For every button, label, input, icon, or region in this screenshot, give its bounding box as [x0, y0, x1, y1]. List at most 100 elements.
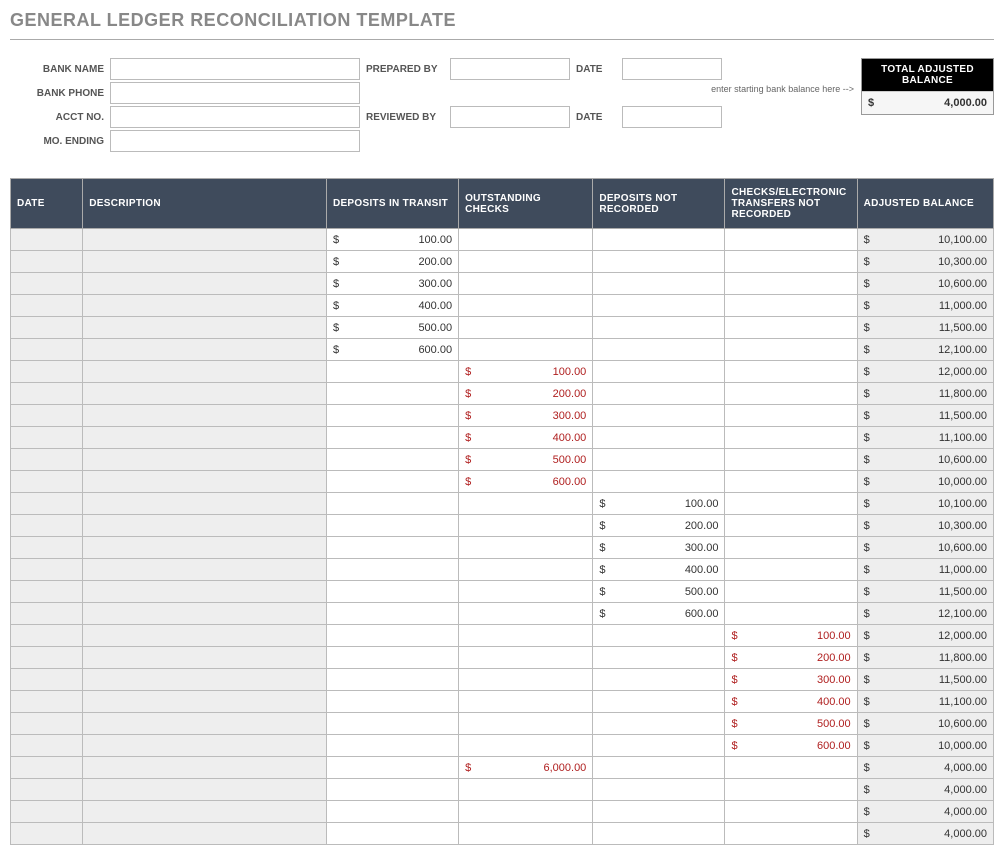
cell-deposits-not-recorded[interactable] — [593, 779, 725, 801]
cell-deposits-not-recorded[interactable] — [593, 295, 725, 317]
cell-outstanding-checks[interactable] — [459, 647, 593, 669]
cell-deposits-in-transit[interactable] — [326, 669, 458, 691]
cell-description[interactable] — [83, 295, 327, 317]
cell-deposits-not-recorded[interactable] — [593, 273, 725, 295]
cell-outstanding-checks[interactable] — [459, 295, 593, 317]
cell-description[interactable] — [83, 779, 327, 801]
cell-outstanding-checks[interactable]: $300.00 — [459, 405, 593, 427]
cell-date[interactable] — [11, 229, 83, 251]
cell-deposits-not-recorded[interactable] — [593, 383, 725, 405]
cell-description[interactable] — [83, 383, 327, 405]
cell-outstanding-checks[interactable] — [459, 691, 593, 713]
cell-deposits-not-recorded[interactable]: $200.00 — [593, 515, 725, 537]
cell-deposits-in-transit[interactable] — [326, 471, 458, 493]
cell-description[interactable] — [83, 251, 327, 273]
cell-description[interactable] — [83, 449, 327, 471]
cell-checks-transfers-not-recorded[interactable] — [725, 823, 857, 845]
bank-phone-field[interactable] — [110, 82, 360, 104]
cell-deposits-in-transit[interactable] — [326, 493, 458, 515]
cell-deposits-in-transit[interactable]: $500.00 — [326, 317, 458, 339]
cell-description[interactable] — [83, 317, 327, 339]
cell-deposits-in-transit[interactable] — [326, 735, 458, 757]
cell-outstanding-checks[interactable] — [459, 603, 593, 625]
cell-deposits-in-transit[interactable] — [326, 823, 458, 845]
cell-date[interactable] — [11, 779, 83, 801]
cell-checks-transfers-not-recorded[interactable] — [725, 603, 857, 625]
cell-deposits-not-recorded[interactable]: $100.00 — [593, 493, 725, 515]
cell-date[interactable] — [11, 559, 83, 581]
reviewed-date-field[interactable] — [622, 106, 722, 128]
cell-outstanding-checks[interactable] — [459, 581, 593, 603]
cell-deposits-in-transit[interactable] — [326, 757, 458, 779]
cell-checks-transfers-not-recorded[interactable] — [725, 339, 857, 361]
cell-date[interactable] — [11, 757, 83, 779]
cell-checks-transfers-not-recorded[interactable] — [725, 383, 857, 405]
cell-outstanding-checks[interactable] — [459, 339, 593, 361]
cell-deposits-not-recorded[interactable] — [593, 449, 725, 471]
cell-outstanding-checks[interactable] — [459, 713, 593, 735]
cell-description[interactable] — [83, 823, 327, 845]
cell-checks-transfers-not-recorded[interactable] — [725, 273, 857, 295]
cell-checks-transfers-not-recorded[interactable]: $100.00 — [725, 625, 857, 647]
cell-deposits-not-recorded[interactable] — [593, 713, 725, 735]
cell-deposits-in-transit[interactable]: $200.00 — [326, 251, 458, 273]
cell-date[interactable] — [11, 493, 83, 515]
cell-date[interactable] — [11, 515, 83, 537]
cell-description[interactable] — [83, 493, 327, 515]
cell-date[interactable] — [11, 581, 83, 603]
cell-date[interactable] — [11, 339, 83, 361]
cell-checks-transfers-not-recorded[interactable] — [725, 515, 857, 537]
cell-outstanding-checks[interactable]: $100.00 — [459, 361, 593, 383]
cell-checks-transfers-not-recorded[interactable] — [725, 493, 857, 515]
cell-checks-transfers-not-recorded[interactable] — [725, 317, 857, 339]
cell-deposits-not-recorded[interactable] — [593, 757, 725, 779]
cell-outstanding-checks[interactable] — [459, 515, 593, 537]
cell-description[interactable] — [83, 757, 327, 779]
cell-description[interactable] — [83, 537, 327, 559]
cell-date[interactable] — [11, 669, 83, 691]
cell-checks-transfers-not-recorded[interactable] — [725, 405, 857, 427]
bank-name-field[interactable] — [110, 58, 360, 80]
cell-outstanding-checks[interactable]: $200.00 — [459, 383, 593, 405]
cell-date[interactable] — [11, 603, 83, 625]
cell-description[interactable] — [83, 273, 327, 295]
cell-deposits-not-recorded[interactable] — [593, 229, 725, 251]
cell-description[interactable] — [83, 471, 327, 493]
cell-deposits-in-transit[interactable] — [326, 559, 458, 581]
cell-deposits-in-transit[interactable]: $300.00 — [326, 273, 458, 295]
cell-deposits-not-recorded[interactable] — [593, 823, 725, 845]
cell-checks-transfers-not-recorded[interactable]: $600.00 — [725, 735, 857, 757]
cell-checks-transfers-not-recorded[interactable] — [725, 757, 857, 779]
cell-date[interactable] — [11, 625, 83, 647]
cell-checks-transfers-not-recorded[interactable] — [725, 361, 857, 383]
cell-deposits-not-recorded[interactable]: $300.00 — [593, 537, 725, 559]
cell-outstanding-checks[interactable] — [459, 317, 593, 339]
cell-date[interactable] — [11, 317, 83, 339]
cell-checks-transfers-not-recorded[interactable] — [725, 581, 857, 603]
cell-checks-transfers-not-recorded[interactable] — [725, 295, 857, 317]
cell-description[interactable] — [83, 229, 327, 251]
cell-description[interactable] — [83, 735, 327, 757]
cell-checks-transfers-not-recorded[interactable] — [725, 471, 857, 493]
cell-deposits-in-transit[interactable] — [326, 383, 458, 405]
cell-checks-transfers-not-recorded[interactable] — [725, 779, 857, 801]
cell-checks-transfers-not-recorded[interactable] — [725, 801, 857, 823]
cell-checks-transfers-not-recorded[interactable]: $300.00 — [725, 669, 857, 691]
cell-deposits-in-transit[interactable] — [326, 801, 458, 823]
cell-outstanding-checks[interactable] — [459, 559, 593, 581]
cell-date[interactable] — [11, 273, 83, 295]
prepared-date-field[interactable] — [622, 58, 722, 80]
cell-date[interactable] — [11, 427, 83, 449]
cell-description[interactable] — [83, 801, 327, 823]
cell-deposits-in-transit[interactable]: $400.00 — [326, 295, 458, 317]
cell-date[interactable] — [11, 471, 83, 493]
cell-date[interactable] — [11, 823, 83, 845]
cell-deposits-not-recorded[interactable] — [593, 735, 725, 757]
cell-outstanding-checks[interactable] — [459, 735, 593, 757]
cell-deposits-not-recorded[interactable]: $600.00 — [593, 603, 725, 625]
cell-description[interactable] — [83, 581, 327, 603]
cell-checks-transfers-not-recorded[interactable] — [725, 537, 857, 559]
cell-date[interactable] — [11, 801, 83, 823]
cell-deposits-in-transit[interactable] — [326, 625, 458, 647]
cell-deposits-not-recorded[interactable] — [593, 625, 725, 647]
